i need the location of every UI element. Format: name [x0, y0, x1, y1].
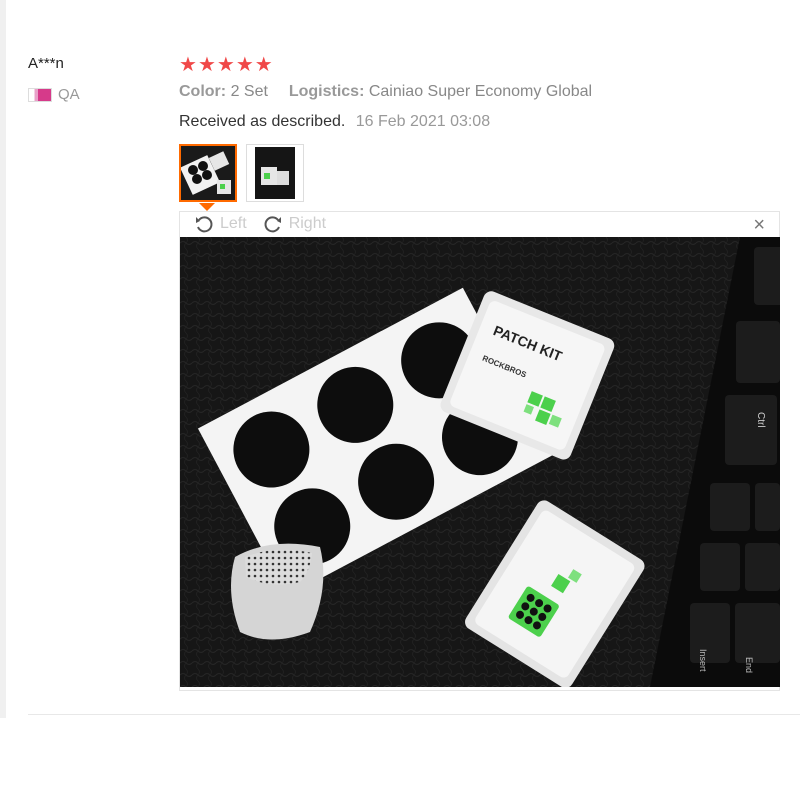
star-icon: ★	[197, 54, 216, 76]
rotate-left-label: Left	[220, 215, 247, 232]
country-flag-icon	[28, 87, 52, 102]
star-icon: ★	[179, 54, 197, 76]
reviewer-name: A***n	[28, 55, 64, 72]
rotate-left-icon	[196, 216, 213, 233]
review-divider	[28, 714, 800, 715]
star-icon: ★	[254, 54, 273, 76]
star-icon: ★	[235, 54, 254, 76]
review-date: 16 Feb 2021 03:08	[355, 113, 491, 130]
review-thumbnail-2[interactable]	[246, 144, 304, 202]
review-text: Received as described.	[179, 113, 346, 130]
viewer-toolbar: Left Right	[194, 214, 336, 234]
rotate-right-icon	[264, 216, 281, 233]
color-value: 2 Set	[230, 83, 268, 100]
svg-text:Ctrl: Ctrl	[755, 412, 766, 428]
rotate-left-button[interactable]: Left	[194, 214, 247, 234]
review-photo: Ctrl Insert End PATCH KIT ROCKBROS	[180, 237, 780, 687]
review-meta: Color: 2 Set Logistics: Cainiao Super Ec…	[179, 83, 592, 101]
close-icon[interactable]: ×	[753, 214, 765, 236]
star-icon: ★	[216, 54, 235, 76]
review-body: Received as described. 16 Feb 2021 03:08	[179, 113, 490, 131]
reviewer-country: QA	[28, 86, 80, 103]
svg-text:Insert: Insert	[698, 649, 708, 672]
image-viewer: Left Right × Ctrl Insert End PATCH KIT R…	[179, 211, 780, 691]
country-code: QA	[58, 86, 80, 103]
rotate-right-label: Right	[288, 215, 327, 232]
svg-text:End: End	[744, 657, 754, 673]
color-label: Color:	[179, 83, 227, 100]
rotate-right-button[interactable]: Right	[263, 214, 326, 234]
review-thumbnail-1[interactable]	[179, 144, 237, 202]
logistics-label: Logistics:	[288, 83, 365, 100]
left-border	[0, 0, 6, 718]
rating-stars: ★ ★ ★ ★ ★	[179, 54, 273, 76]
logistics-value: Cainiao Super Economy Global	[368, 83, 593, 100]
selected-thumbnail-indicator	[199, 203, 215, 211]
scuff-pad	[231, 543, 324, 640]
